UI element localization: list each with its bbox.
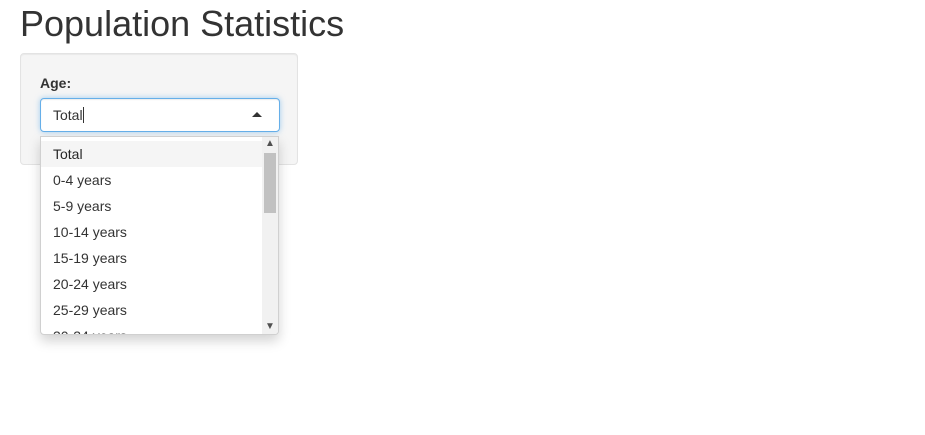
age-option-10-14[interactable]: 10-14 years <box>41 219 263 245</box>
age-select-value: Total <box>53 107 84 124</box>
age-select-input[interactable]: Total <box>40 98 280 132</box>
age-label: Age: <box>40 75 72 91</box>
age-option-25-29[interactable]: 25-29 years <box>41 297 263 323</box>
scrollbar-thumb[interactable] <box>264 153 276 213</box>
age-option-15-19[interactable]: 15-19 years <box>41 245 263 271</box>
text-cursor <box>82 107 84 123</box>
age-option-total[interactable]: Total <box>41 141 263 167</box>
scroll-up-icon[interactable]: ▲ <box>262 137 278 151</box>
age-select-value-text: Total <box>53 107 83 123</box>
dropdown-scrollbar[interactable]: ▲ ▼ <box>262 137 278 334</box>
age-option-list: Total 0-4 years 5-9 years 10-14 years 15… <box>41 141 263 334</box>
age-option-0-4[interactable]: 0-4 years <box>41 167 263 193</box>
age-option-5-9[interactable]: 5-9 years <box>41 193 263 219</box>
age-option-20-24[interactable]: 20-24 years <box>41 271 263 297</box>
page-title: Population Statistics <box>20 3 345 44</box>
age-dropdown-menu: Total 0-4 years 5-9 years 10-14 years 15… <box>40 136 279 335</box>
age-option-30-34[interactable]: 30-34 years <box>41 323 263 334</box>
caret-up-icon[interactable] <box>252 112 262 117</box>
scroll-down-icon[interactable]: ▼ <box>262 320 278 334</box>
